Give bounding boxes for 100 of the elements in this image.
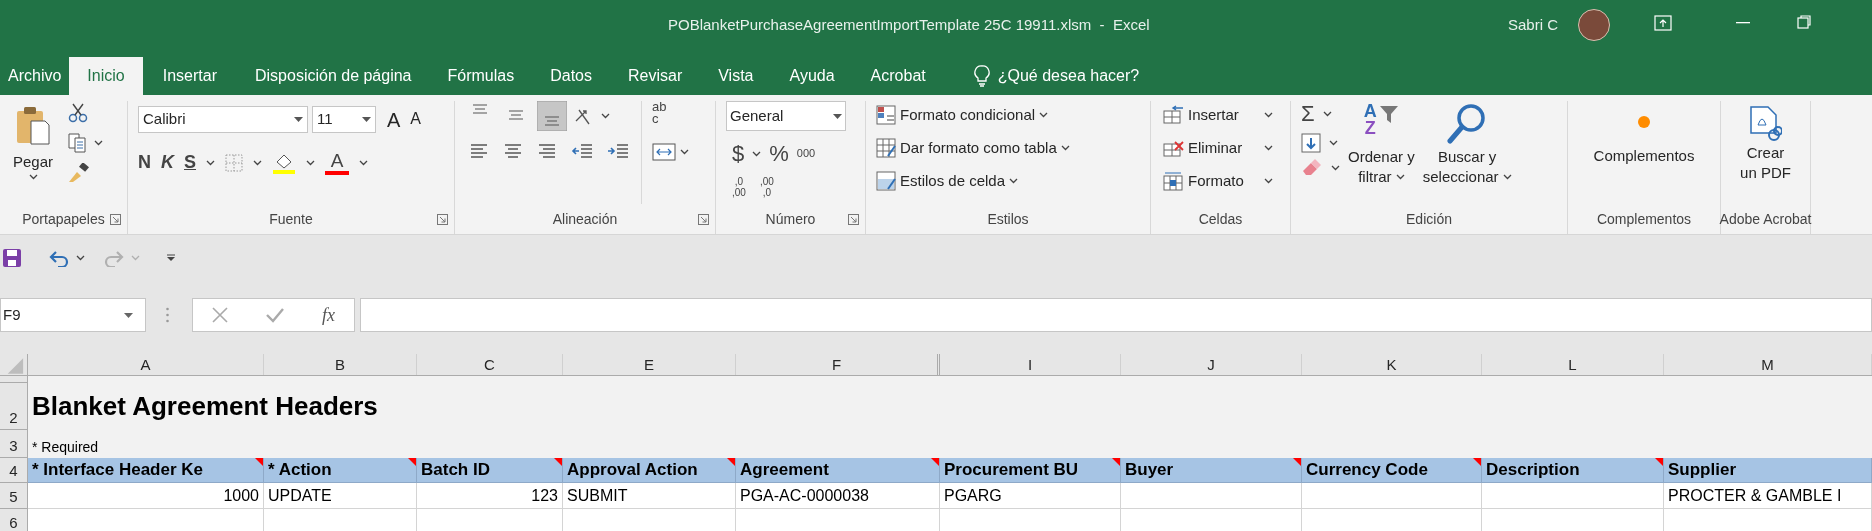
create-pdf-button[interactable]: Crear un PDF [1740,101,1791,204]
caret-icon[interactable] [1264,178,1273,184]
decrease-indent-icon[interactable] [571,143,593,161]
dropdown-arrow-icon [833,113,842,119]
ribbon-tab[interactable]: Vista [700,57,772,95]
copy-icon[interactable] [68,133,88,153]
column-header[interactable]: C [417,354,563,375]
ribbon-tab[interactable]: Datos [532,57,610,95]
caret-icon[interactable] [76,254,85,261]
increase-indent-icon[interactable] [607,143,629,161]
caret-icon[interactable] [306,159,315,166]
row-header[interactable]: 4 [0,458,28,483]
group-label: Celdas [1198,209,1243,229]
percent-button[interactable]: % [769,137,789,170]
caret-icon[interactable] [1329,140,1338,146]
caret-icon[interactable] [1009,178,1019,184]
merge-cells-icon[interactable] [652,143,676,161]
add-ins-button[interactable]: Complementos [1593,101,1695,204]
caret-icon[interactable] [752,150,762,157]
column-header[interactable]: M [1664,354,1872,375]
styles-command[interactable]: Dar formato como tabla [876,134,1140,162]
column-header[interactable]: B [264,354,417,375]
caret-icon[interactable] [1264,112,1273,118]
window-title: POBlanketPurchaseAgreementImportTemplate 25C 19911.xlsm - Excel [668,15,1150,35]
caret-icon[interactable] [1039,112,1049,118]
name-box[interactable]: F9 [0,298,146,332]
caret-icon[interactable] [1264,145,1273,151]
caret-icon[interactable] [1502,174,1512,180]
underline-button[interactable]: S [184,149,196,176]
format-painter-icon[interactable] [68,163,90,183]
undo-icon[interactable] [48,248,70,267]
thousands-button[interactable]: 000 [796,145,816,162]
font-name-dropdown[interactable]: Calibri [138,105,308,133]
user-avatar[interactable] [1578,9,1610,41]
caret-icon[interactable] [1060,145,1070,151]
dialog-launcher-icon[interactable] [437,214,448,225]
caret-icon[interactable] [94,140,103,146]
column-header[interactable]: A [28,354,264,375]
dialog-launcher-icon[interactable] [698,214,709,225]
column-header[interactable]: L [1482,354,1664,375]
number-format-dropdown[interactable]: General [726,101,846,131]
decrease-decimal-button[interactable]: ,00 ,0 [759,176,774,198]
restore-icon[interactable] [1797,15,1811,29]
align-left-icon[interactable] [469,143,489,161]
align-center-icon[interactable] [503,143,523,161]
tell-me-field[interactable]: ¿Qué desea hacer? [997,64,1140,88]
wrap-text-button[interactable]: ab c [652,101,689,131]
save-icon[interactable] [2,247,22,268]
row-header[interactable]: 3 [0,430,28,458]
fill-down-icon[interactable] [1301,133,1321,153]
styles-command[interactable]: Estilos de celda [876,167,1140,195]
ribbon-tab[interactable]: Acrobat [852,57,944,95]
currency-button[interactable]: $ [732,137,745,170]
cells-command[interactable]: Insertar [1163,101,1278,129]
insert-function-button[interactable]: fx [322,301,335,329]
table-cell: 1000 [28,483,264,509]
grow-font-button[interactable]: A [384,103,404,135]
minimize-icon[interactable] [1736,22,1750,24]
font-color-button[interactable]: A [325,150,349,175]
find-select-button[interactable]: Buscar y seleccionar [1422,101,1512,204]
column-header[interactable]: J [1121,354,1302,375]
paste-button[interactable]: Pegar [6,101,60,204]
ribbon-display-icon[interactable] [1654,15,1672,31]
dialog-launcher-icon[interactable] [848,214,859,225]
cells-command[interactable]: Formato [1163,167,1278,195]
caret-icon[interactable] [601,113,610,119]
ribbon-tab[interactable]: Insertar [142,57,237,95]
ribbon-tab[interactable]: Inicio [69,57,143,95]
autosum-button[interactable]: Σ [1301,101,1315,127]
column-header[interactable]: E [563,354,736,375]
bold-button[interactable]: N [138,149,151,176]
caret-icon[interactable] [206,159,215,166]
ribbon-tab[interactable]: Disposición de página [236,57,430,95]
italic-button[interactable]: K [161,149,174,176]
align-right-icon[interactable] [537,143,557,161]
caret-icon[interactable] [28,173,38,180]
styles-command[interactable]: Formato condicional [876,101,1140,129]
increase-decimal-button[interactable]: ,0 ,00 [732,176,746,198]
caret-icon[interactable] [1331,165,1340,171]
column-header[interactable]: I [940,354,1121,375]
row-header[interactable]: 2 [0,383,28,430]
ribbon-tab[interactable]: Ayuda [771,57,853,95]
formula-field[interactable] [360,298,1872,332]
dialog-launcher-icon[interactable] [110,214,121,225]
cells-command[interactable]: Eliminar [1163,134,1278,162]
caret-icon[interactable] [1395,174,1405,180]
caret-icon[interactable] [680,149,689,155]
ribbon-tab[interactable]: Revisar [610,57,701,95]
customize-toolbar-icon[interactable] [166,253,176,262]
sort-filter-button[interactable]: A Z Ordenar y filtrar [1348,101,1415,204]
scissors-icon[interactable] [68,103,88,123]
ribbon-tab[interactable]: Archivo [0,57,70,95]
caret-icon[interactable] [1322,111,1332,117]
caret-icon[interactable] [253,159,262,166]
shrink-font-button[interactable]: A [407,107,424,131]
caret-icon[interactable] [359,159,368,166]
column-header[interactable]: K [1302,354,1482,375]
row-header[interactable]: 5 [0,483,28,509]
ribbon-tab[interactable]: Fórmulas [429,57,533,95]
font-size-dropdown[interactable]: 11 [312,105,376,133]
